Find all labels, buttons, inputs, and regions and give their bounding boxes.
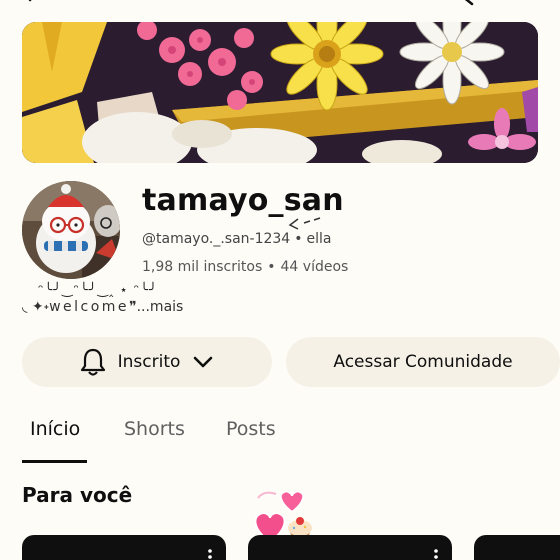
more-icon[interactable]	[520, 0, 536, 6]
top-bar	[0, 0, 560, 6]
channel-banner	[22, 22, 538, 163]
separator: •	[294, 231, 303, 247]
community-label: Acessar Comunidade	[333, 352, 513, 372]
search-icon[interactable]	[452, 0, 478, 6]
more-vertical-icon[interactable]	[434, 549, 438, 560]
more-link[interactable]: ...mais	[137, 299, 184, 315]
video-count: 44 vídeos	[280, 259, 349, 275]
subscribed-label: Inscrito	[117, 352, 181, 372]
subscriber-count: 1,98 mil inscritos	[142, 259, 263, 275]
section-title: Para você	[22, 483, 133, 507]
bio-suffix: ❞	[129, 299, 137, 315]
separator: •	[267, 259, 276, 275]
channel-handle-line: @tamayo._.san-1234 • ella	[142, 231, 331, 247]
bio-text: welcome	[49, 299, 130, 315]
video-card[interactable]	[248, 535, 452, 560]
tab-posts[interactable]: Posts	[226, 418, 276, 440]
channel-pronouns: ella	[306, 231, 332, 247]
channel-bio[interactable]: ◟ ✦˖welcome❞...mais	[22, 299, 183, 315]
video-card[interactable]	[22, 535, 226, 560]
bell-icon	[80, 348, 105, 376]
active-tab-indicator	[22, 460, 87, 463]
chevron-down-icon	[194, 356, 213, 368]
more-vertical-icon[interactable]	[208, 549, 212, 560]
tab-shorts[interactable]: Shorts	[124, 418, 185, 440]
cast-icon[interactable]	[380, 0, 414, 6]
bio-prefix: ◟ ✦˖	[22, 299, 50, 315]
channel-tabs: Início Shorts Posts	[0, 410, 560, 464]
back-icon[interactable]	[26, 0, 40, 6]
tab-inicio[interactable]: Início	[30, 418, 80, 440]
channel-handle: @tamayo._.san-1234	[142, 231, 291, 247]
channel-stats: 1,98 mil inscritos • 44 vídeos	[142, 259, 348, 275]
channel-page: tamayo_san @tamayo._.san-1234 • ella 1,98 …	[0, 0, 560, 560]
community-button[interactable]: Acessar Comunidade	[286, 337, 560, 387]
channel-name: tamayo_san	[142, 183, 344, 218]
subscribed-button[interactable]: Inscrito	[22, 337, 272, 387]
video-card[interactable]	[474, 535, 560, 560]
channel-avatar[interactable]	[22, 181, 120, 279]
bio-decoration: ᵔ╰╯‿ᵔ╰╯‿‸ ⋆ ᵔ╰╯	[38, 283, 158, 298]
